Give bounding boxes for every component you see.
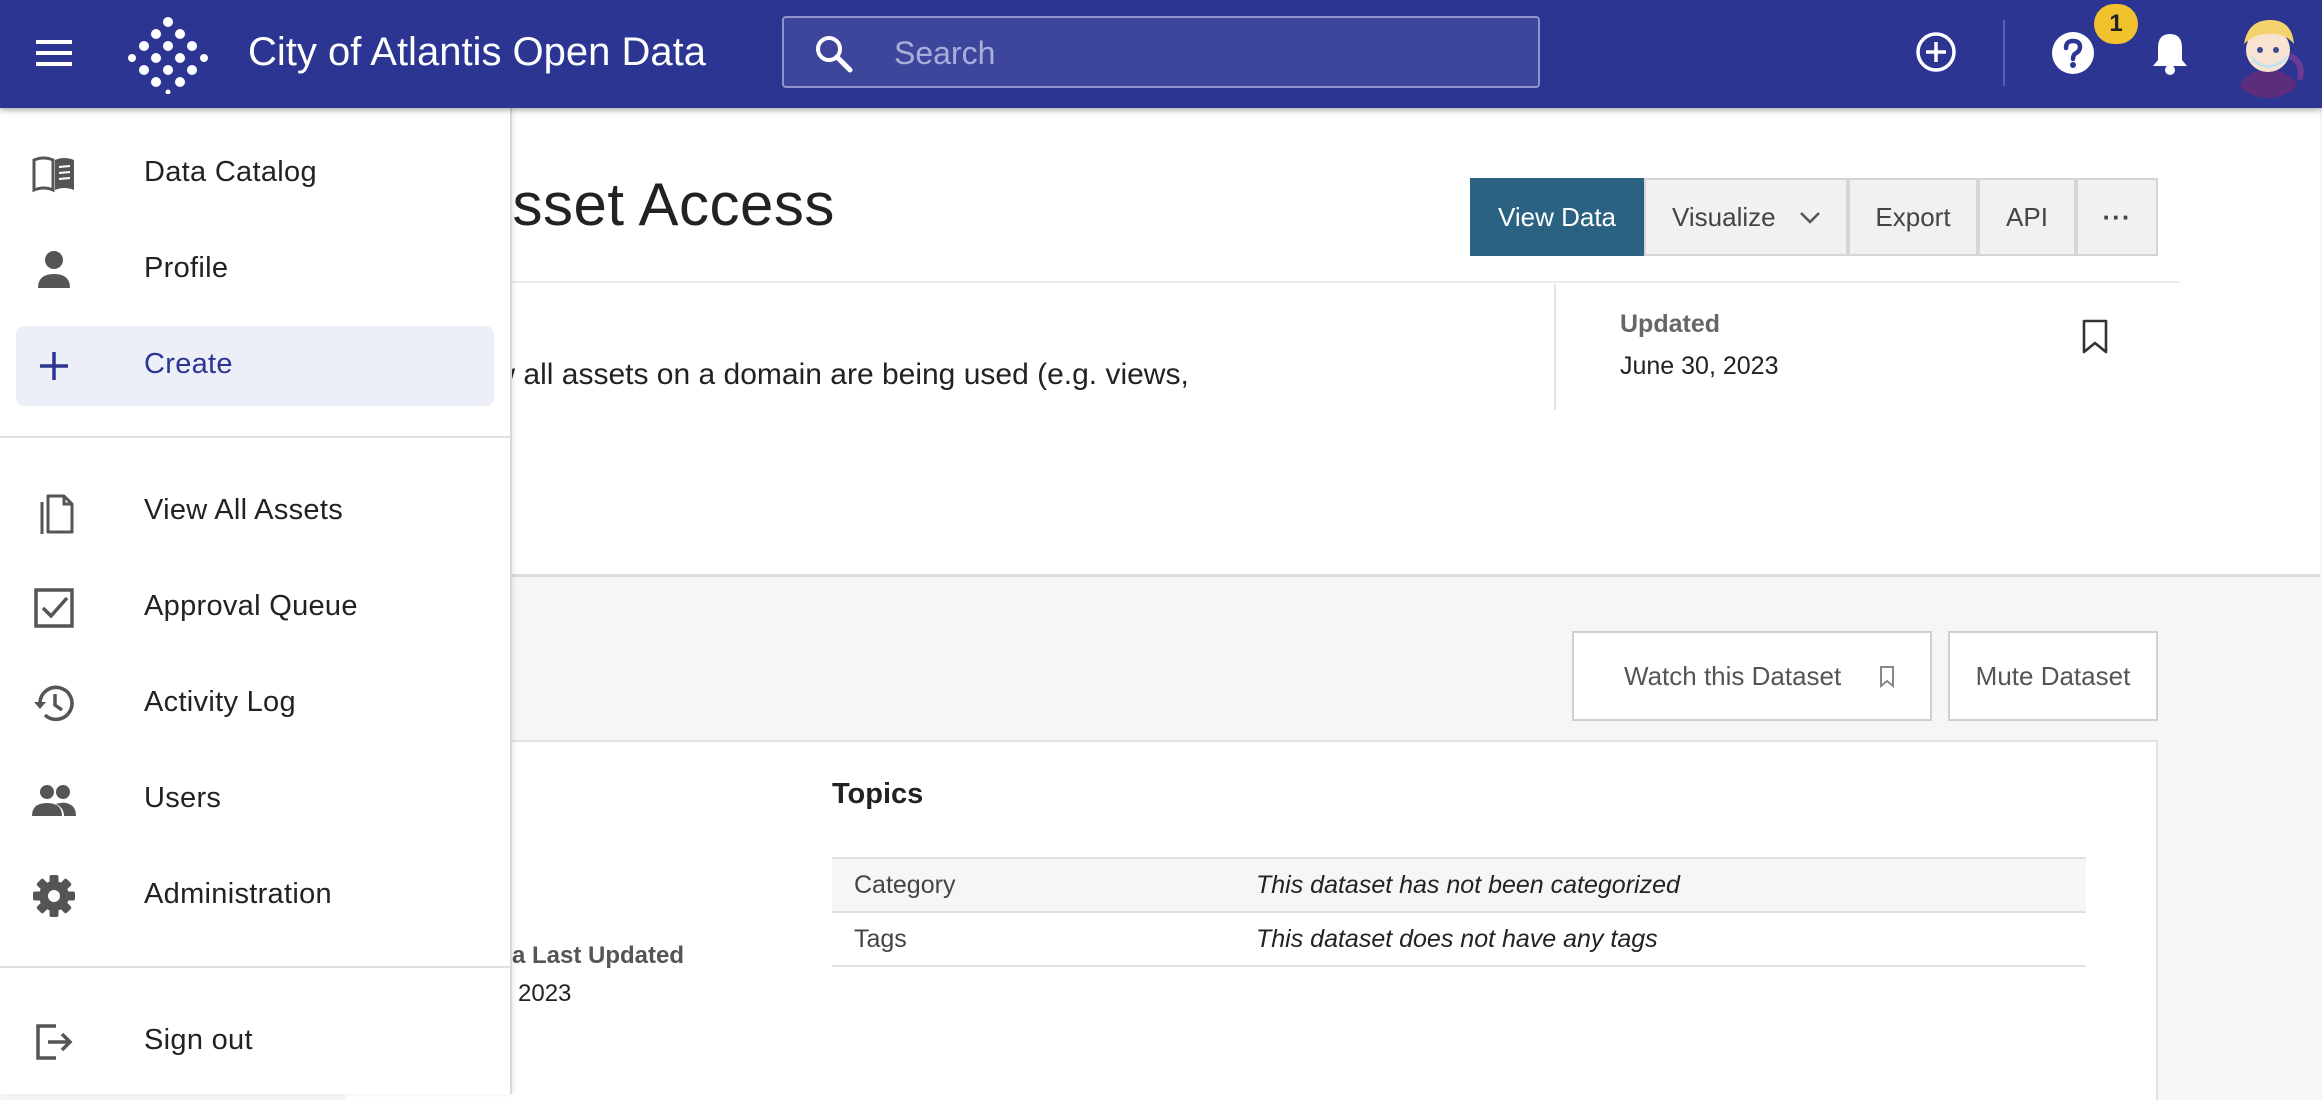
view-data-button[interactable]: View Data xyxy=(1470,178,1644,256)
nav-label: Profile xyxy=(144,252,229,284)
export-button[interactable]: Export xyxy=(1848,178,1978,256)
topics-title: Topics xyxy=(832,778,924,810)
nav-item-data-catalog[interactable]: Data Catalog xyxy=(16,134,494,214)
nav-label: Administration xyxy=(144,878,332,910)
side-nav-drawer: Data Catalog Profile Create View All Ass… xyxy=(0,108,512,1094)
nav-item-create[interactable]: Create xyxy=(16,326,494,406)
nav-item-view-all-assets[interactable]: View All Assets xyxy=(16,472,494,552)
add-circle-icon[interactable] xyxy=(1914,30,1958,74)
bell-icon[interactable] xyxy=(2150,30,2190,76)
nav-item-sign-out[interactable]: Sign out xyxy=(16,1002,494,1082)
topics-table: Category This dataset has not been categ… xyxy=(832,857,2086,967)
topics-value: This dataset does not have any tags xyxy=(1234,911,2086,967)
sign-out-icon xyxy=(36,1024,73,1060)
history-icon xyxy=(34,685,74,722)
topics-key: Category xyxy=(832,857,1234,913)
person-icon xyxy=(38,251,70,288)
files-icon xyxy=(40,494,74,534)
search-bar[interactable] xyxy=(782,16,1540,88)
checkbox-icon xyxy=(34,588,74,628)
search-input[interactable] xyxy=(892,30,1516,76)
nav-label: Users xyxy=(144,782,222,814)
updated-value: June 30, 2023 xyxy=(1620,352,1779,380)
toolbar-divider xyxy=(2003,20,2005,86)
header-divider xyxy=(346,281,2180,283)
nav-label: View All Assets xyxy=(144,494,344,526)
watch-dataset-label: Watch this Dataset xyxy=(1624,661,1842,691)
topics-key: Tags xyxy=(832,911,1234,967)
nav-item-administration[interactable]: Administration xyxy=(16,856,494,936)
updated-label: Updated xyxy=(1620,310,1720,338)
nav-item-users[interactable]: Users xyxy=(16,760,494,840)
plus-icon xyxy=(40,352,68,380)
top-app-bar: City of Atlantis Open Data 1 xyxy=(0,0,2322,108)
topics-value: This dataset has not been categorized xyxy=(1234,857,2086,913)
bookmark-small-icon xyxy=(1880,666,1894,689)
avatar[interactable] xyxy=(2226,10,2310,98)
metadata-divider xyxy=(1554,284,1556,410)
logo-icon[interactable] xyxy=(128,14,208,94)
nav-item-approval-queue[interactable]: Approval Queue xyxy=(16,568,494,648)
mute-dataset-button[interactable]: Mute Dataset xyxy=(1948,631,2158,721)
visualize-button[interactable]: Visualize xyxy=(1644,178,1848,256)
nav-label: Sign out xyxy=(144,1024,253,1056)
data-last-updated-value: 2023 xyxy=(518,980,572,1007)
more-actions-button[interactable]: ··· xyxy=(2076,178,2158,256)
nav-item-profile[interactable]: Profile xyxy=(16,230,494,310)
chevron-down-icon xyxy=(1800,212,1820,224)
site-title[interactable]: City of Atlantis Open Data xyxy=(248,26,706,78)
table-row: Tags This dataset does not have any tags xyxy=(832,911,2086,967)
book-open-icon xyxy=(32,156,74,193)
nav-label: Data Catalog xyxy=(144,156,317,188)
nav-item-activity-log[interactable]: Activity Log xyxy=(16,664,494,744)
table-row: Category This dataset has not been categ… xyxy=(832,857,2086,913)
data-last-updated-label: a Last Updated xyxy=(512,942,685,969)
hamburger-menu-icon[interactable] xyxy=(32,34,80,74)
nav-divider xyxy=(0,966,510,968)
help-icon[interactable] xyxy=(2050,30,2096,76)
search-icon xyxy=(816,36,853,73)
help-badge: 1 xyxy=(2094,4,2138,44)
visualize-button-label: Visualize xyxy=(1672,202,1776,232)
bookmark-icon[interactable] xyxy=(2080,318,2110,356)
people-icon xyxy=(32,785,76,816)
avatar-image-icon xyxy=(2226,10,2310,98)
api-button[interactable]: API xyxy=(1978,178,2076,256)
nav-label: Approval Queue xyxy=(144,590,358,622)
gear-icon xyxy=(33,875,75,917)
nav-divider xyxy=(0,436,510,438)
watch-dataset-button[interactable]: Watch this Dataset xyxy=(1572,631,1932,721)
nav-label: Activity Log xyxy=(144,686,296,718)
nav-label: Create xyxy=(144,348,233,380)
